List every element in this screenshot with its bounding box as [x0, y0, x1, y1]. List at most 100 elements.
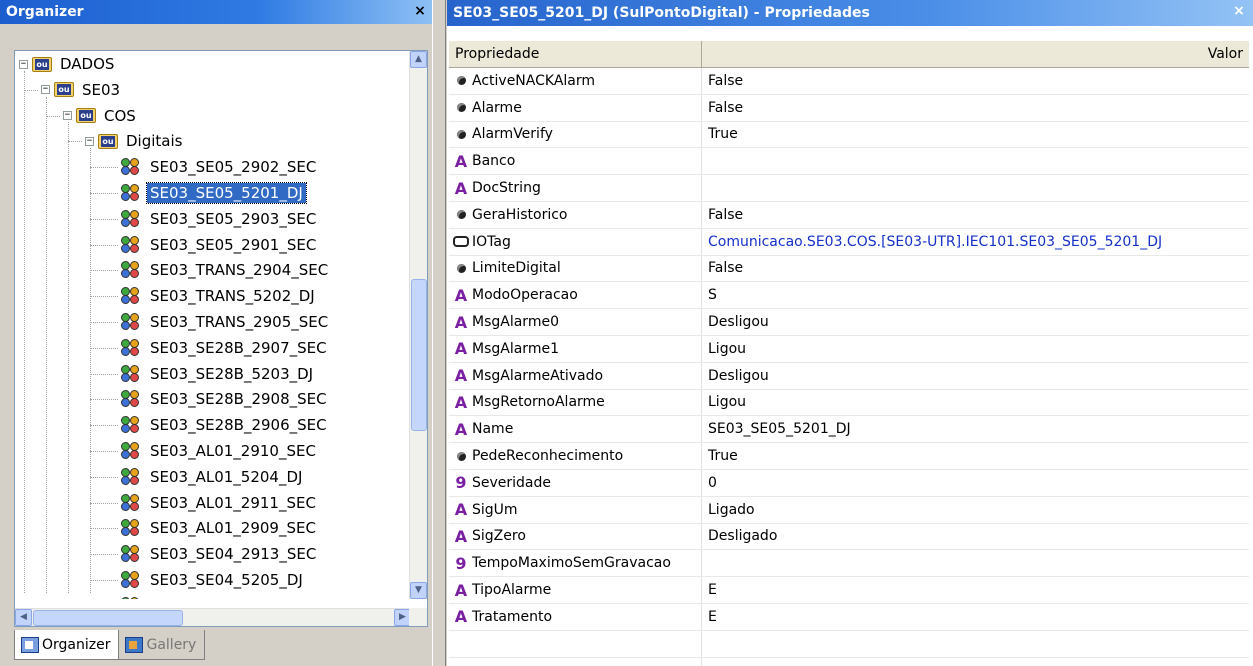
- property-row[interactable]: AlarmVerify True: [449, 121, 1249, 149]
- property-value[interactable]: Desligou: [702, 368, 1249, 384]
- property-row[interactable]: IOTag Comunicacao.SE03.COS.[SE03-UTR].IEC…: [449, 228, 1249, 256]
- property-value[interactable]: Ligou: [702, 341, 1249, 357]
- property-name-cell[interactable]: A TipoAlarme: [449, 577, 702, 603]
- tree-node-label[interactable]: SE03_SE04_2914_SEC: [147, 596, 319, 599]
- tree-node-label[interactable]: SE03_AL01_2909_SEC: [147, 518, 319, 538]
- property-row[interactable]: 9 TempoMaximoSemGravacao: [449, 550, 1249, 578]
- properties-close-icon[interactable]: ×: [1231, 3, 1247, 19]
- vertical-scroll-thumb[interactable]: [411, 279, 427, 431]
- property-name-cell[interactable]: A MsgAlarme1: [449, 335, 702, 362]
- tab-organizer[interactable]: Organizer: [14, 630, 120, 660]
- tree-node-label[interactable]: SE03_TRANS_5202_DJ: [147, 286, 318, 306]
- property-name-cell[interactable]: LimiteDigital: [449, 255, 702, 282]
- horizontal-scrollbar[interactable]: ◀ ▶: [15, 608, 411, 626]
- property-value[interactable]: Comunicacao.SE03.COS.[SE03-UTR].IEC101.S…: [702, 234, 1249, 250]
- property-row[interactable]: A MsgAlarmeAtivado Desligou: [449, 362, 1249, 390]
- property-row[interactable]: A SigZero Desligado: [449, 523, 1249, 551]
- property-value[interactable]: 0: [702, 475, 1249, 491]
- tree-node-label[interactable]: SE03_SE04_5205_DJ: [147, 570, 306, 590]
- tab-gallery[interactable]: Gallery: [119, 630, 206, 660]
- property-value[interactable]: E: [702, 582, 1249, 598]
- tree-node-label[interactable]: SE03_TRANS_2904_SEC: [147, 260, 331, 280]
- property-value[interactable]: E: [702, 609, 1249, 625]
- property-value[interactable]: Ligado: [702, 502, 1249, 518]
- property-name-cell[interactable]: 9 TempoMaximoSemGravacao: [449, 550, 702, 577]
- property-row[interactable]: LimiteDigital False: [449, 255, 1249, 283]
- tree-tag-node[interactable]: SE03_SE04_5205_DJ: [121, 567, 306, 593]
- property-value[interactable]: Desligou: [702, 314, 1249, 330]
- property-name-cell[interactable]: GeraHistorico: [449, 201, 702, 228]
- tree-node-label[interactable]: SE03_SE04_2913_SEC: [147, 544, 319, 564]
- scroll-up-button[interactable]: ▲: [410, 51, 427, 68]
- collapse-icon[interactable]: −: [85, 136, 94, 146]
- tree-tag-node[interactable]: SE03_SE04_2914_SEC: [121, 593, 319, 599]
- tree-tag-node[interactable]: SE03_TRANS_2904_SEC: [121, 257, 331, 283]
- tree-node-label[interactable]: SE03_TRANS_2905_SEC: [147, 312, 331, 332]
- property-value[interactable]: True: [702, 126, 1249, 142]
- tree-tag-node[interactable]: SE03_SE28B_2907_SEC: [121, 335, 330, 361]
- property-name-cell[interactable]: A DocString: [449, 175, 702, 201]
- tree-tag-node[interactable]: SE03_SE04_2913_SEC: [121, 541, 319, 567]
- property-row[interactable]: 9 Severidade 0: [449, 469, 1249, 497]
- tree-tag-node[interactable]: SE03_SE05_5201_DJ: [121, 180, 307, 206]
- property-name-cell[interactable]: A MsgAlarmeAtivado: [449, 362, 702, 389]
- property-name-cell[interactable]: A SigZero: [449, 523, 702, 550]
- tree-tag-node[interactable]: SE03_TRANS_2905_SEC: [121, 309, 331, 335]
- property-name-cell[interactable]: ActiveNACKAlarm: [449, 68, 702, 94]
- tree-node-label[interactable]: SE03_SE05_2902_SEC: [147, 157, 319, 177]
- tree-tag-node[interactable]: SE03_SE05_2901_SEC: [121, 232, 319, 258]
- tree-node-label[interactable]: SE03_SE05_5201_DJ: [146, 182, 307, 204]
- tree-node-label[interactable]: SE03_SE28B_5203_DJ: [147, 364, 316, 384]
- panel-splitter[interactable]: [432, 0, 446, 666]
- property-row[interactable]: A SigUm Ligado: [449, 496, 1249, 524]
- tree-tag-node[interactable]: SE03_TRANS_5202_DJ: [121, 283, 318, 309]
- tree-tag-node[interactable]: SE03_SE05_2903_SEC: [121, 206, 319, 232]
- property-name-cell[interactable]: A MsgRetornoAlarme: [449, 389, 702, 416]
- property-row[interactable]: PedeReconhecimento True: [449, 443, 1249, 470]
- tree-node-label[interactable]: SE03_AL01_5204_DJ: [147, 467, 305, 487]
- property-name-cell[interactable]: A SigUm: [449, 496, 702, 523]
- tree-folder-node[interactable]: − Digitais: [85, 128, 185, 154]
- property-name-cell[interactable]: IOTag: [449, 228, 702, 255]
- tree-node-label[interactable]: SE03_SE05_2903_SEC: [147, 209, 319, 229]
- property-value[interactable]: False: [702, 260, 1249, 276]
- property-row[interactable]: A Name SE03_SE05_5201_DJ: [449, 416, 1249, 444]
- tree-tag-node[interactable]: SE03_SE28B_5203_DJ: [121, 361, 316, 387]
- tree-tag-node[interactable]: SE03_AL01_2911_SEC: [121, 490, 319, 516]
- property-name-cell[interactable]: A Name: [449, 416, 702, 443]
- organizer-close-icon[interactable]: ×: [412, 3, 428, 19]
- property-value[interactable]: False: [702, 100, 1249, 116]
- tree-node-label[interactable]: SE03_SE28B_2908_SEC: [147, 389, 330, 409]
- scroll-left-button[interactable]: ◀: [15, 609, 32, 626]
- property-row[interactable]: GeraHistorico False: [449, 201, 1249, 229]
- tree-node-label[interactable]: COS: [101, 106, 139, 126]
- vertical-scrollbar[interactable]: ▲ ▼: [409, 51, 427, 599]
- horizontal-scroll-thumb[interactable]: [33, 610, 183, 626]
- tree-node-label[interactable]: SE03: [79, 80, 123, 100]
- tree-tag-node[interactable]: SE03_SE05_2902_SEC: [121, 154, 319, 180]
- tree-tag-node[interactable]: SE03_AL01_2909_SEC: [121, 515, 319, 541]
- property-name-cell[interactable]: Alarme: [449, 94, 702, 121]
- tree-node-label[interactable]: Digitais: [123, 131, 185, 151]
- tree-node-label[interactable]: SE03_SE28B_2907_SEC: [147, 338, 330, 358]
- tree-node-label[interactable]: SE03_AL01_2910_SEC: [147, 441, 319, 461]
- collapse-icon[interactable]: −: [19, 59, 28, 69]
- property-value[interactable]: False: [702, 73, 1249, 89]
- property-row[interactable]: A ModoOperacao S: [449, 282, 1249, 310]
- property-row[interactable]: A TipoAlarme E: [449, 577, 1249, 604]
- property-row[interactable]: A Tratamento E: [449, 603, 1249, 631]
- property-row[interactable]: ActiveNACKAlarm False: [449, 68, 1249, 95]
- property-value[interactable]: False: [702, 207, 1249, 223]
- property-row[interactable]: A Banco: [449, 148, 1249, 176]
- property-value[interactable]: Desligado: [702, 528, 1249, 544]
- property-value[interactable]: True: [702, 448, 1249, 464]
- tree-tag-node[interactable]: SE03_SE28B_2906_SEC: [121, 412, 330, 438]
- property-name-cell[interactable]: A Tratamento: [449, 603, 702, 630]
- collapse-icon[interactable]: −: [63, 111, 72, 121]
- property-row[interactable]: A MsgRetornoAlarme Ligou: [449, 389, 1249, 417]
- scroll-down-button[interactable]: ▼: [410, 582, 427, 599]
- tree-node-label[interactable]: SE03_AL01_2911_SEC: [147, 493, 319, 513]
- property-value[interactable]: S: [702, 287, 1249, 303]
- tree-folder-node[interactable]: − DADOS: [19, 51, 117, 77]
- column-header-property[interactable]: Propriedade: [449, 41, 702, 67]
